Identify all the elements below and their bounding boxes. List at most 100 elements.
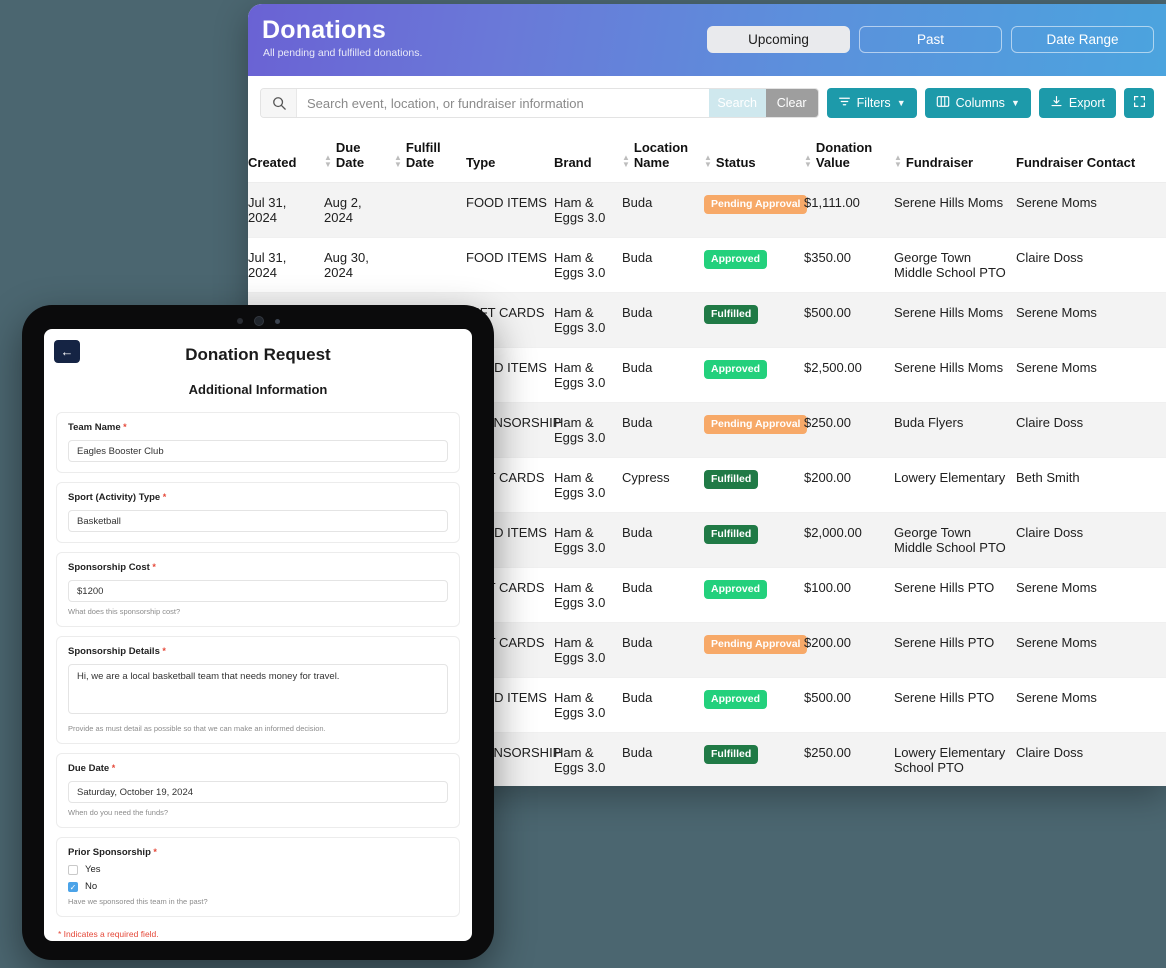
- field-input-sport-activity-type[interactable]: [68, 510, 448, 532]
- field-hint: Provide as must detail as possible so th…: [68, 724, 326, 733]
- cell-brand: Ham & Eggs 3.0: [554, 732, 622, 786]
- column-header-label: Donation Value: [815, 140, 873, 170]
- cell-brand: Ham & Eggs 3.0: [554, 457, 622, 513]
- back-button[interactable]: ←: [54, 340, 80, 363]
- sort-icon[interactable]: ▲ ▼: [704, 154, 712, 170]
- cell-due-date: Aug 2, 2024: [324, 182, 394, 238]
- sort-icon[interactable]: ▲ ▼: [894, 154, 902, 170]
- table-row[interactable]: Jul 31, 2024 Aug 2, 2024 FOOD ITEMS Ham & E…: [248, 182, 1166, 238]
- fullscreen-icon: [1133, 95, 1146, 111]
- status-badge: Approved: [704, 580, 768, 599]
- field-team-name: Team Name *: [56, 412, 460, 473]
- cell-status: Pending Approval: [704, 182, 808, 238]
- page-subtitle: All pending and fulfilled donations.: [263, 47, 423, 59]
- cell-fundraiser-contact: Serene Moms: [1016, 622, 1166, 678]
- cell-fulfill-date: [394, 182, 466, 238]
- field-label: Team Name *: [68, 422, 448, 433]
- column-header-fulfill-date[interactable]: ▲ ▼ Fulfill Date: [394, 130, 466, 183]
- required-asterisk: *: [160, 492, 167, 502]
- search-input[interactable]: [297, 89, 709, 117]
- cell-fundraiser: George Town Middle School PTO: [894, 237, 1016, 293]
- field-prior-sponsorship: Prior Sponsorship * Yes ✓ No Have we spo…: [56, 837, 460, 917]
- cell-fundraiser-contact: Serene Moms: [1016, 347, 1166, 403]
- cell-status: Pending Approval: [704, 402, 808, 458]
- status-badge: Approved: [704, 250, 768, 269]
- field-label: Due Date *: [68, 763, 448, 774]
- column-header-created[interactable]: Created: [248, 130, 324, 183]
- cell-brand: Ham & Eggs 3.0: [554, 567, 622, 623]
- search-icon: [261, 89, 297, 117]
- screenshot-stage: Donations All pending and fulfilled dona…: [0, 0, 1166, 968]
- form-title: Donation Request: [185, 345, 331, 364]
- column-header-label: Fundraiser: [905, 155, 974, 170]
- clear-button[interactable]: Clear: [765, 89, 818, 117]
- field-sport-activity-type: Sport (Activity) Type *: [56, 482, 460, 543]
- field-label: Sponsorship Details *: [68, 646, 448, 657]
- cell-location-name: Buda: [622, 622, 704, 678]
- export-button[interactable]: Export: [1038, 88, 1116, 118]
- column-header-label: Brand: [554, 155, 592, 170]
- column-header-status[interactable]: ▲ ▼ Status: [704, 130, 804, 183]
- search-button[interactable]: Search: [708, 89, 766, 117]
- tab-past[interactable]: Past: [859, 26, 1002, 53]
- cell-fundraiser: Serene Hills PTO: [894, 677, 1016, 733]
- cell-donation-value: $200.00: [804, 457, 894, 513]
- form-subtitle: Additional Information: [188, 382, 328, 397]
- field-textarea-sponsorship-details[interactable]: [68, 664, 448, 714]
- cell-fundraiser: Lowery Elementary School PTO: [894, 732, 1016, 786]
- cell-status: Approved: [704, 237, 804, 293]
- table-row[interactable]: Jul 31, 2024 Aug 30, 2024 FOOD ITEMS Ham & …: [248, 237, 1166, 293]
- column-header-label: Created: [248, 155, 297, 170]
- cell-fundraiser-contact: Claire Doss: [1016, 512, 1166, 568]
- status-badge: Pending Approval: [704, 195, 808, 214]
- chevron-down-icon: ▼: [1010, 98, 1020, 108]
- required-asterisk: *: [120, 422, 127, 432]
- sort-icon[interactable]: ▲ ▼: [622, 154, 630, 170]
- sort-icon[interactable]: ▲ ▼: [324, 154, 332, 170]
- required-field-note: * Indicates a required field.: [58, 929, 159, 939]
- column-header-fundraiser[interactable]: ▲ ▼ Fundraiser: [894, 130, 1016, 183]
- sort-icon[interactable]: ▲ ▼: [804, 154, 812, 170]
- form-actions: Continue: [44, 939, 472, 941]
- field-label-text: Sponsorship Details: [68, 646, 160, 657]
- field-hint: Have we sponsored this team in the past?: [68, 897, 208, 906]
- cell-location-name: Buda: [622, 237, 704, 293]
- column-header-brand[interactable]: Brand: [554, 130, 622, 183]
- field-input-due-date[interactable]: [68, 781, 448, 803]
- field-hint: When do you need the funds?: [68, 808, 169, 817]
- cell-brand: Ham & Eggs 3.0: [554, 237, 622, 293]
- field-input-sponsorship-cost[interactable]: [68, 580, 448, 602]
- filters-button[interactable]: Filters ▼: [826, 88, 917, 118]
- checkbox-no[interactable]: ✓: [68, 881, 78, 892]
- column-header-type[interactable]: Type: [466, 130, 554, 183]
- checkbox-row-yes[interactable]: Yes: [68, 864, 448, 875]
- cell-due-date: Aug 30, 2024: [324, 237, 394, 293]
- checkbox-row-no[interactable]: ✓ No: [68, 881, 448, 892]
- column-header-label: Due Date: [335, 140, 365, 170]
- tablet-camera-row: [22, 316, 494, 326]
- checkbox-yes[interactable]: [68, 864, 78, 875]
- column-header-donation-value[interactable]: ▲ ▼ Donation Value: [804, 130, 894, 183]
- column-header-fundraiser-contact[interactable]: Fundraiser Contact: [1016, 130, 1166, 183]
- cell-brand: Ham & Eggs 3.0: [554, 402, 622, 458]
- cell-brand: Ham & Eggs 3.0: [554, 622, 622, 678]
- cell-fundraiser: Serene Hills Moms: [894, 347, 1016, 403]
- fullscreen-button[interactable]: [1124, 88, 1154, 118]
- cell-fulfill-date: [394, 237, 466, 293]
- cell-status: Pending Approval: [704, 622, 808, 678]
- columns-button[interactable]: Columns ▼: [924, 88, 1031, 118]
- cell-fundraiser-contact: Claire Doss: [1016, 402, 1166, 458]
- column-header-location-name[interactable]: ▲ ▼ Location Name: [622, 130, 704, 183]
- cell-created: Jul 31, 2024: [248, 237, 324, 293]
- cell-brand: Ham & Eggs 3.0: [554, 347, 622, 403]
- column-header-label: Fundraiser Contact: [1016, 155, 1136, 170]
- field-input-team-name[interactable]: [68, 440, 448, 462]
- tab-date-range[interactable]: Date Range: [1011, 26, 1154, 53]
- led-icon: [274, 318, 280, 324]
- sort-icon[interactable]: ▲ ▼: [394, 154, 402, 170]
- filters-button-label: Filters: [856, 96, 891, 110]
- cell-donation-value: $1,111.00: [804, 182, 894, 238]
- tab-upcoming[interactable]: Upcoming: [707, 26, 850, 53]
- column-header-due-date[interactable]: ▲ ▼ Due Date: [324, 130, 394, 183]
- field-label-text: Team Name: [68, 422, 121, 433]
